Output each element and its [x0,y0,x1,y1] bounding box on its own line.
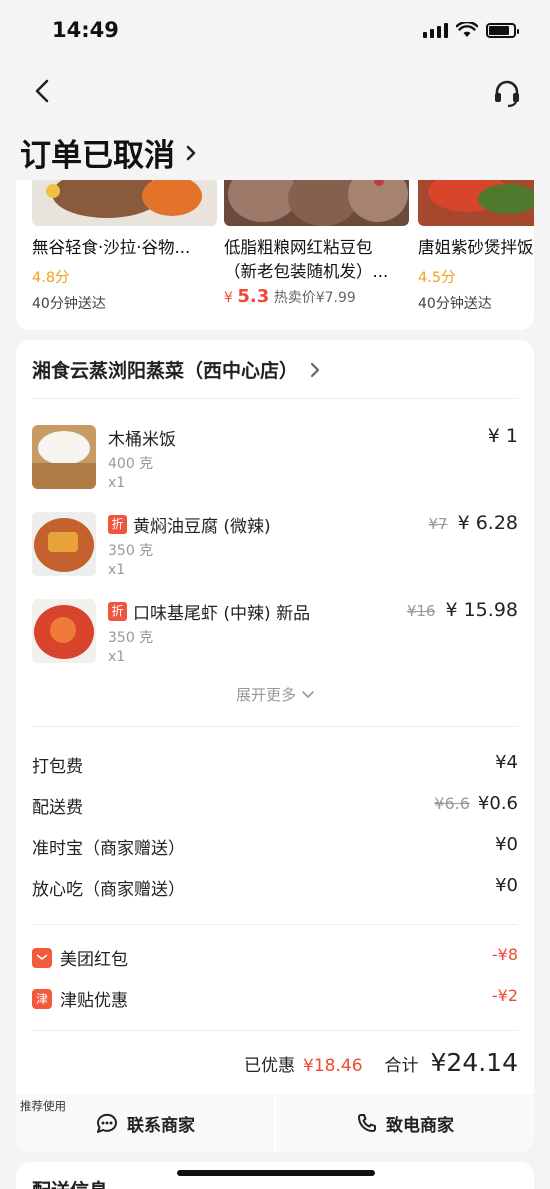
expand-more-label: 展开更多 [235,686,296,704]
dish-item: 折 黄焖油豆腐 (微辣) 350 克 x1 ¥7 ¥ 6.28 [32,512,518,582]
discount-value: -¥2 [491,986,518,1005]
dish-name: 口味基尾虾 (中辣) 新品 [133,604,311,624]
recommendation-carousel: 無谷轻食·沙拉·谷物... 4.8分 40分钟送达 低脂粗粮网红粘豆包 （新老包… [16,180,534,330]
dish-original-price: ¥7 [428,515,448,533]
total-label: 合计 [384,1056,419,1076]
status-time: 14:49 [52,18,119,42]
recommendation-item[interactable]: 唐姐紫砂煲拌饭 4.5分 40分钟送达 [418,180,534,313]
phone-icon [358,1114,376,1132]
divider [32,726,518,727]
cellular-signal-icon [423,22,448,38]
discount-tag: 折 [108,602,127,621]
divider [32,398,518,399]
recommendation-image [32,180,217,226]
call-merchant-button[interactable]: 致电商家 [276,1094,534,1152]
dish-price: ¥ 1 [487,425,518,447]
contact-merchant-label: 联系商家 [127,1115,195,1136]
recommend-tag: 推荐使用 [20,1099,66,1113]
discount-tag: 折 [108,515,127,534]
battery-icon [486,22,519,38]
fee-value: ¥4 [495,752,518,773]
recommendation-price: ¥ 5.3 热卖价¥7.99 [224,286,409,307]
recommendation-eta: 40分钟送达 [418,296,492,312]
store-link[interactable]: 湘食云蒸浏阳蒸菜（西中心店） [32,356,320,383]
total-value: ¥24.14 [430,1048,518,1077]
fee-label: 打包费 [32,757,83,777]
divider [32,1030,518,1031]
dish-name: 黄焖油豆腐 (微辣) [133,517,271,537]
dish-weight: 400 克 [108,456,154,472]
red-packet-icon [32,947,52,968]
dish-weight: 350 克 [108,630,154,646]
price-symbol: ¥ [224,290,233,306]
order-details-card: 湘食云蒸浏阳蒸菜（西中心店） 木桶米饭 400 克 x1 ¥ 1 折 黄焖油豆腐… [16,340,534,1152]
home-indicator[interactable] [177,1170,375,1176]
call-merchant-label: 致电商家 [386,1115,454,1136]
recommendation-eta: 40分钟送达 [32,296,106,312]
dish-quantity: x1 [108,475,126,491]
discount-label: 津贴优惠 [60,991,128,1011]
dish-image [32,512,96,576]
subsidy-badge-icon: 津 [32,988,52,1009]
fee-label: 放心吃（商家赠送） [32,880,185,900]
dish-price: ¥ 6.28 [457,512,518,534]
dish-original-price: ¥16 [406,602,436,620]
dish-weight: 350 克 [108,543,154,559]
fee-label: 准时宝（商家赠送） [32,839,185,859]
dish-image [32,599,96,663]
divider [32,924,518,925]
current-price: 5.3 [237,286,270,307]
chevron-right-icon [310,362,320,377]
back-arrow-icon[interactable] [28,76,58,106]
chat-bubble-icon [96,1113,117,1133]
expand-more-button[interactable]: 展开更多 [16,684,534,705]
action-bar: 联系商家 致电商家 推荐使用 [16,1094,534,1152]
customer-service-headset-icon[interactable] [492,78,522,108]
chevron-down-icon [302,690,314,698]
discount-label: 美团红包 [60,950,128,970]
recommendation-score: 4.5分 [418,270,456,286]
fee-row-delivery: 配送费 ¥6.6 ¥0.6 [32,793,518,818]
dish-image [32,425,96,489]
recommendation-name: 無谷轻食·沙拉·谷物... [32,238,191,257]
chevron-right-icon [186,145,196,160]
dish-quantity: x1 [108,649,126,665]
recommendation-item[interactable]: 無谷轻食·沙拉·谷物... 4.8分 40分钟送达 [32,180,217,313]
hot-price: 热卖价¥7.99 [273,290,356,306]
order-total: 已优惠 ¥18.46 合计 ¥24.14 [244,1048,518,1077]
saved-value: ¥18.46 [303,1056,363,1076]
delivery-title: 配送信息 [32,1176,108,1189]
store-name: 湘食云蒸浏阳蒸菜（西中心店） [32,360,299,382]
fee-value: ¥0 [495,875,518,896]
dish-quantity: x1 [108,562,126,578]
recommendation-score: 4.8分 [32,270,70,286]
status-bar: 14:49 [0,0,550,60]
recommendation-item[interactable]: 低脂粗粮网红粘豆包 （新老包装随机发）... ¥ 5.3 热卖价¥7.99 [224,180,409,307]
dish-price: ¥ 15.98 [445,599,518,621]
dish-item: 折 口味基尾虾 (中辣) 新品 350 克 x1 ¥16 ¥ 15.98 [32,599,518,669]
recommendation-image [418,180,534,226]
fee-value: ¥0 [495,834,518,855]
recommendation-image [224,180,409,226]
discount-row-red-packet: 美团红包 -¥8 [32,945,518,970]
battery-level [489,25,510,35]
fee-original-value: ¥6.6 [434,794,470,813]
order-status-title[interactable]: 订单已取消 [20,130,199,175]
recommendation-name-line2: （新老包装随机发）... [224,262,389,281]
dish-item: 木桶米饭 400 克 x1 ¥ 1 [32,425,518,495]
saved-label: 已优惠 [244,1056,296,1076]
recommendation-name: 低脂粗粮网红粘豆包 [224,238,373,257]
fee-label: 配送费 [32,798,83,818]
page-title: 订单已取消 [20,138,175,174]
fee-row-safe-eat: 放心吃（商家赠送） ¥0 [32,875,518,900]
wifi-icon [456,22,478,37]
recommendation-name: 唐姐紫砂煲拌饭 [418,238,534,257]
status-icons [423,22,519,38]
dish-name: 木桶米饭 [108,430,176,450]
fee-value: ¥0.6 [477,793,518,814]
discount-value: -¥8 [491,945,518,964]
discount-row-subsidy: 津 津贴优惠 -¥2 [32,986,518,1011]
fee-row-ontime-guarantee: 准时宝（商家赠送） ¥0 [32,834,518,859]
fee-row-packaging: 打包费 ¥4 [32,752,518,777]
